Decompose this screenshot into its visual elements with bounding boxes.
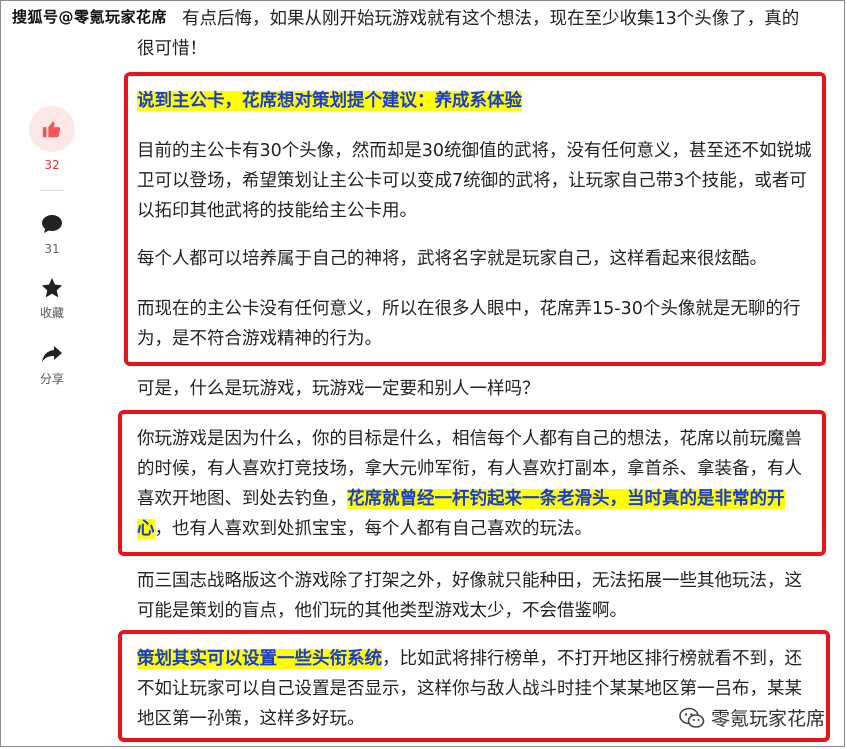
paragraph-no-meaning: 而现在的主公卡没有任何意义，所以在很多人眼中，花席弄15-30个头像就是无聊的行… <box>137 299 801 349</box>
comment-action[interactable]: 31 <box>28 212 76 256</box>
like-button[interactable] <box>29 106 75 152</box>
suggestion-heading-highlight: 说到主公卡，花席想对策划提个建议：养成系体验 <box>137 91 522 111</box>
wechat-icon <box>679 707 705 728</box>
wow-text-end: ，也有人喜欢到处抓宝宝，每个人都有自己喜欢的玩法。 <box>154 519 593 539</box>
watermark-top: 搜狐号@零氪玩家花席 <box>12 8 168 26</box>
thumbs-up-icon <box>42 121 61 138</box>
star-icon[interactable] <box>40 276 64 300</box>
paragraph-question: 可是，什么是玩游戏，玩游戏一定要和别人一样吗？ <box>137 379 540 399</box>
comment-icon[interactable] <box>40 212 64 236</box>
share-label: 分享 <box>39 372 64 386</box>
paragraph-own-general: 每个人都可以培养属于自己的神将，武将名字就是玩家自己，这样看起来很炫酷。 <box>137 249 767 269</box>
like-count: 32 <box>44 158 60 172</box>
title-system-highlight: 策划其实可以设置一些头衔系统 <box>137 649 382 669</box>
watermark-bottom: 零氪玩家花席 <box>679 704 825 731</box>
favorite-label: 收藏 <box>39 306 64 320</box>
paragraph-intro-line2: 很可惜！ <box>137 39 207 59</box>
paragraph-lord-card: 目前的主公卡有30个头像，然而却是30统御值的武将，没有任何意义，甚至还不如锐城… <box>137 141 812 221</box>
share-icon[interactable] <box>40 342 64 366</box>
favorite-action[interactable]: 收藏 <box>28 276 76 321</box>
comment-count: 31 <box>44 242 60 256</box>
sidebar-divider <box>40 190 64 191</box>
suggestion-heading: 说到主公卡，花席想对策划提个建议：养成系体验 <box>137 86 817 116</box>
share-action[interactable]: 分享 <box>28 342 76 387</box>
paragraph-wow: 你玩游戏是因为什么，你的目标是什么，相信每个人都有自己的想法，花席以前玩魔兽的时… <box>137 424 817 544</box>
paragraph-intro-line1: 有点后悔，如果从刚开始玩游戏就有这个想法，现在至少收集13个头像了，真的 <box>182 9 800 29</box>
like-action[interactable]: 32 <box>28 106 76 172</box>
paragraph-sanguo: 而三国志战略版这个游戏除了打架之外，好像就只能种田，无法拓展一些其他玩法，这可能… <box>137 571 802 621</box>
watermark-bottom-text: 零氪玩家花席 <box>710 708 825 730</box>
